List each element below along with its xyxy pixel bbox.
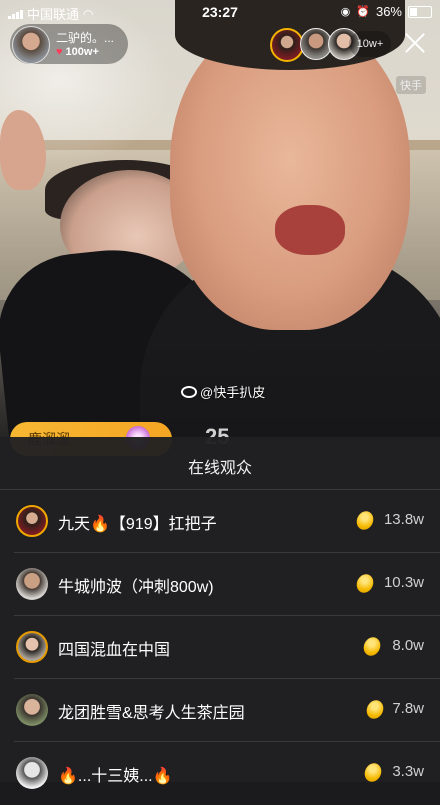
viewer-value: 3.3w [392, 763, 424, 780]
kuaishou-watermark: 快手 [396, 76, 426, 94]
viewer-name: 🔥...十三姨...🔥 [58, 768, 173, 785]
viewer-value: 10.3w [383, 574, 424, 591]
heart-icon: ♥ [56, 46, 63, 58]
viewer-count[interactable]: 10w+ [349, 31, 391, 57]
viewer-avatar[interactable] [16, 505, 48, 537]
viewer-name: 牛城帅波（冲刺800w) [58, 579, 214, 596]
battery-percent: 36% [375, 4, 402, 19]
viewer-name: 九天🔥【919】扛把子 [58, 516, 217, 533]
host-name: 二驴的。... [56, 31, 115, 45]
viewer-value: 7.8w [392, 700, 424, 717]
host-likes-count: 100w+ [65, 46, 99, 58]
viewer-row[interactable]: 🔥...十三姨...🔥 3.3w [0, 742, 440, 805]
viewer-row[interactable]: 龙团胜雪&思考人生茶庄园 7.8w [0, 679, 440, 742]
status-bar: 中国联通 ◠ 23:27 ◉ ⏰ 36% [0, 0, 440, 22]
coin-icon [361, 760, 385, 785]
viewer-row[interactable]: 九天🔥【919】扛把子 13.8w [0, 490, 440, 553]
viewer-name: 龙团胜雪&思考人生茶庄园 [58, 705, 245, 722]
weibo-handle: @快手扒皮 [200, 385, 266, 400]
viewer-avatar[interactable] [16, 694, 48, 726]
viewer-avatar[interactable] [16, 757, 48, 789]
coin-icon [353, 571, 377, 596]
coin-icon [363, 697, 387, 722]
alarm-icon: ⏰ [356, 6, 370, 18]
online-viewers-panel: 在线观众 九天🔥【919】扛把子 13.8w 牛城帅波（冲刺800w) 10.3… [0, 437, 440, 789]
viewer-row[interactable]: 牛城帅波（冲刺800w) 10.3w [0, 553, 440, 616]
host-likes: ♥ 100w+ [56, 46, 99, 58]
host-avatar[interactable] [12, 26, 50, 64]
streamer-mouth [275, 205, 345, 255]
viewer-value: 13.8w [383, 511, 424, 528]
viewer-avatar[interactable] [270, 28, 304, 62]
viewer-avatar[interactable] [16, 631, 48, 663]
weibo-icon [181, 385, 197, 398]
viewer-name: 四国混血在中国 [58, 642, 171, 659]
panel-title: 在线观众 [187, 460, 252, 477]
coin-icon [360, 634, 384, 659]
close-icon[interactable] [402, 30, 428, 56]
weibo-watermark: @快手扒皮 [181, 382, 265, 401]
top-viewers[interactable] [270, 28, 360, 62]
viewer-row[interactable]: 四国混血在中国 8.0w [0, 616, 440, 679]
coin-icon [353, 508, 377, 533]
battery-icon [408, 5, 432, 18]
host-info[interactable]: 二驴的。... ♥ 100w+ [10, 24, 128, 64]
viewer-avatar[interactable] [16, 568, 48, 600]
live-video[interactable] [0, 0, 440, 440]
viewer-value: 8.0w [392, 637, 424, 654]
lock-rotation-icon: ◉ [340, 6, 351, 18]
